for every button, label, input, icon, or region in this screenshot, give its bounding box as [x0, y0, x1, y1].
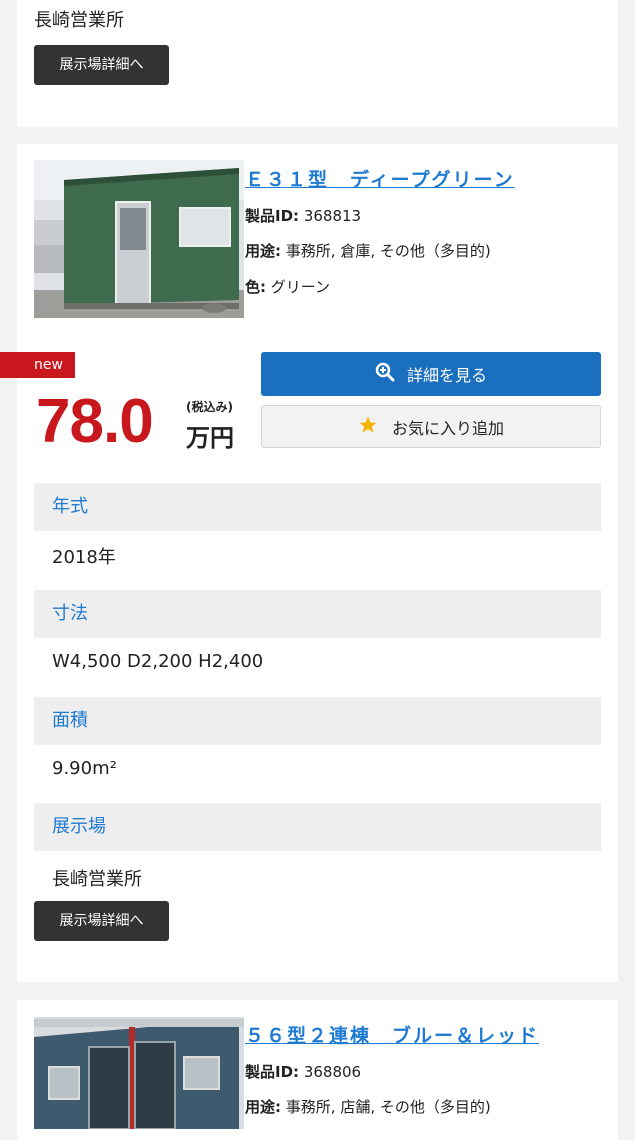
- spec-value-area: 9.90m²: [52, 758, 117, 779]
- listing-title-link[interactable]: Ｅ３１型 ディープグリーン: [245, 165, 515, 192]
- add-favorite-button[interactable]: お気に入り追加: [261, 405, 601, 448]
- showroom-detail-button[interactable]: 展示場詳細へ: [34, 901, 169, 941]
- new-badge: new: [0, 352, 75, 378]
- product-id-label: 製品ID:: [245, 207, 300, 225]
- product-use-value: 事務所, 倉庫, その他（多目的): [285, 242, 491, 260]
- next-product-use-value: 事務所, 店舗, その他（多目的): [285, 1098, 491, 1116]
- showroom-detail-button[interactable]: 展示場詳細へ: [34, 45, 169, 85]
- product-id-value: 368813: [303, 207, 362, 225]
- spec-label-showroom: 展示場: [34, 803, 601, 851]
- product-color: 色: グリーン: [245, 276, 330, 297]
- next-listing-title-link[interactable]: ５６型２連棟 ブルー＆レッド: [245, 1021, 539, 1048]
- view-detail-label: 詳細を見る: [406, 366, 487, 385]
- spec-label-dimensions: 寸法: [34, 590, 601, 638]
- add-favorite-label: お気に入り追加: [391, 418, 504, 438]
- product-color-label: 色:: [245, 278, 266, 296]
- next-product-thumbnail[interactable]: [34, 1017, 244, 1129]
- tax-note: (税込み): [186, 400, 233, 414]
- spec-label-year: 年式: [34, 483, 601, 531]
- next-product-id-value: 368806: [303, 1063, 362, 1081]
- spec-value-dimensions: W4,500 D2,200 H2,400: [52, 651, 264, 672]
- star-icon: [358, 415, 378, 439]
- price-unit: 万円: [186, 424, 234, 452]
- view-detail-button[interactable]: 詳細を見る: [261, 352, 601, 396]
- product-thumbnail[interactable]: [34, 160, 244, 318]
- product-use: 用途: 事務所, 倉庫, その他（多目的): [245, 240, 491, 261]
- next-product-use: 用途: 事務所, 店舗, その他（多目的): [245, 1096, 491, 1117]
- spec-value-year: 2018年: [52, 547, 116, 568]
- product-use-label: 用途:: [245, 242, 281, 260]
- product-color-value: グリーン: [270, 278, 331, 296]
- spec-label-area: 面積: [34, 697, 601, 745]
- next-product-use-label: 用途:: [245, 1098, 281, 1116]
- product-id: 製品ID: 368813: [245, 205, 361, 226]
- next-product-id: 製品ID: 368806: [245, 1061, 361, 1082]
- zoom-in-icon: [375, 362, 395, 386]
- price-value: 78.0: [36, 387, 154, 456]
- spec-value-showroom: 長崎営業所: [52, 869, 142, 890]
- showroom-location: 長崎営業所: [34, 10, 124, 31]
- next-product-id-label: 製品ID:: [245, 1063, 300, 1081]
